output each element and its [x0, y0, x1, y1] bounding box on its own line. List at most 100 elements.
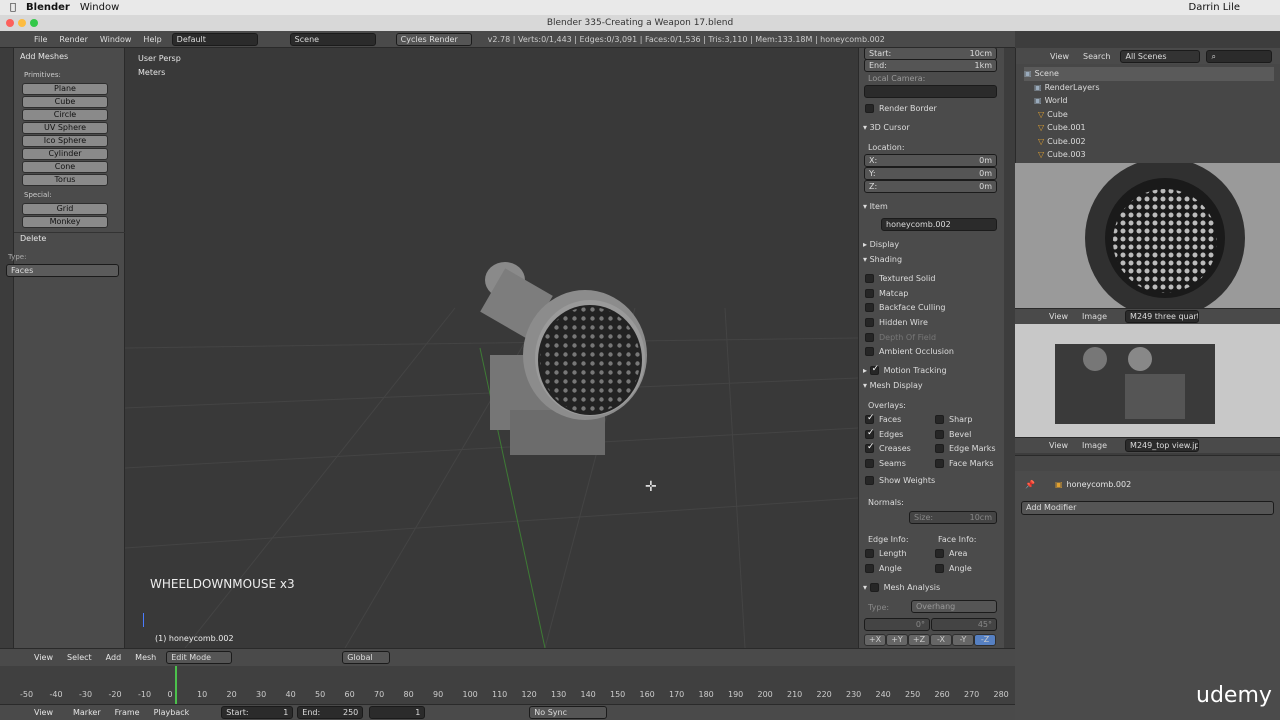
properties-tabs[interactable] [1015, 455, 1280, 471]
analysis-min-field[interactable]: 0° [864, 618, 930, 631]
display-section[interactable]: ▸ Display [863, 240, 899, 249]
shading-section[interactable]: ▾ Shading [863, 255, 902, 264]
add-cone-button[interactable]: Cone [22, 161, 108, 173]
image2-image-menu[interactable]: Image [1082, 441, 1107, 450]
cursor-y-field[interactable]: Y: 0m [864, 167, 997, 180]
menu-render[interactable]: Render [59, 35, 87, 44]
delete-title[interactable]: Delete [20, 234, 46, 243]
add-ico-sphere-button[interactable]: Ico Sphere [22, 135, 108, 147]
axis-neg-x-button[interactable]: -X [930, 634, 952, 646]
image1-view-menu[interactable]: View [1049, 312, 1068, 321]
3d-cursor-icon[interactable]: ✛ [645, 479, 657, 495]
add-grid-button[interactable]: Grid [22, 203, 108, 215]
zoom-window-icon[interactable] [30, 19, 38, 27]
vp-add-menu[interactable]: Add [106, 653, 122, 662]
edge-length-checkbox[interactable] [865, 549, 874, 558]
outliner-item[interactable]: ▽ Cube.001 [1024, 121, 1274, 135]
overlay-checkbox[interactable] [935, 415, 944, 424]
overlay-face-marks-toggle[interactable]: Face Marks [935, 459, 996, 474]
outliner-search-input[interactable]: ⌕ [1206, 49, 1273, 63]
image1-image-menu[interactable]: Image [1082, 312, 1107, 321]
mode-select[interactable]: Edit Mode [166, 651, 233, 664]
render-border-toggle[interactable]: Render Border [865, 104, 937, 113]
reference-image-2[interactable] [1015, 324, 1280, 437]
axis-posneg-y-button[interactable]: +Y [886, 634, 908, 646]
start-frame-field[interactable]: Start: 1 [221, 706, 294, 719]
shading-option[interactable]: Textured Solid [865, 274, 954, 289]
menu-file[interactable]: File [34, 35, 47, 44]
vp-select-menu[interactable]: Select [67, 653, 92, 662]
normal-size-field[interactable]: Size: 10cm [909, 511, 997, 524]
shading-option[interactable]: Ambient Occlusion [865, 347, 954, 362]
face-area-toggle[interactable]: Area [935, 549, 967, 558]
menu-window[interactable]: Window [100, 35, 132, 44]
delete-type-select[interactable]: Faces [6, 264, 119, 277]
add-circle-button[interactable]: Circle [22, 109, 108, 121]
image1-name-field[interactable]: M249 three quart... [1125, 310, 1200, 323]
overlay-seams-checkbox[interactable] [865, 459, 874, 469]
axis-posneg-x-button[interactable]: +X [864, 634, 886, 646]
mesh-display-section[interactable]: ▾ Mesh Display [863, 381, 923, 390]
timeline[interactable]: -50 -40 -30 -20 -10 0 10 20 30 40 50 60 70 80 90 100 110… [0, 666, 1015, 704]
shading-checkbox[interactable] [865, 303, 874, 313]
mesh-analysis-checkbox[interactable] [869, 583, 879, 592]
layout-field[interactable]: Default [171, 32, 258, 46]
axis-posneg-z-button[interactable]: +Z [908, 634, 930, 646]
shading-option[interactable]: Backface Culling [865, 303, 954, 318]
overlay-sharp-toggle[interactable]: Sharp [935, 415, 996, 430]
scene-field[interactable]: Scene [289, 32, 376, 46]
face-angle-checkbox[interactable] [935, 564, 944, 573]
add-plane-button[interactable]: Plane [22, 83, 108, 95]
shading-checkbox[interactable] [865, 318, 874, 328]
render-border-checkbox[interactable] [865, 104, 874, 113]
outliner-item[interactable]: ▽ Cube.002 [1024, 135, 1274, 149]
axis-neg-z-button[interactable]: -Z [974, 634, 996, 646]
pin-icon[interactable]: 📌 [1025, 480, 1035, 489]
outliner-item[interactable]: ▣ Scene [1024, 67, 1274, 81]
outliner-item[interactable]: ▣ RenderLayers [1024, 81, 1274, 95]
shading-option[interactable]: Depth Of Field [865, 332, 954, 348]
outliner-view-menu[interactable]: View [1050, 52, 1069, 61]
clip-end-field[interactable]: End: 1km [864, 59, 997, 72]
overlay-checkbox[interactable] [935, 444, 944, 454]
menu-help[interactable]: Help [143, 35, 161, 44]
overlay-seams-toggle[interactable]: Seams [865, 459, 911, 474]
outliner-filter-select[interactable]: All Scenes [1120, 49, 1201, 63]
shading-checkbox[interactable] [865, 288, 874, 298]
axis-neg-y-button[interactable]: -Y [952, 634, 974, 646]
orientation-select[interactable]: Global [342, 651, 391, 664]
edge-length-toggle[interactable]: Length [865, 549, 907, 558]
user-name[interactable]: Darrin Lile [1189, 2, 1240, 13]
vp-mesh-menu[interactable]: Mesh [135, 653, 156, 662]
add-modifier-select[interactable]: Add Modifier [1021, 501, 1274, 515]
overlay-bevel-toggle[interactable]: Bevel [935, 429, 996, 445]
image2-view-menu[interactable]: View [1049, 441, 1068, 450]
apple-icon[interactable]:  [10, 2, 16, 13]
shading-checkbox[interactable] [865, 274, 874, 283]
reference-image-1[interactable] [1015, 163, 1280, 308]
outliner-item[interactable]: ▽ Cube.003 [1024, 148, 1274, 162]
face-angle-toggle[interactable]: Angle [935, 564, 972, 573]
shading-checkbox[interactable] [865, 347, 874, 357]
shading-checkbox[interactable] [865, 332, 874, 342]
overlay-checkbox[interactable] [935, 429, 944, 439]
tl-view-menu[interactable]: View [34, 708, 53, 717]
3d-viewport[interactable]: User Persp Meters ✛ WHEELDOWNMOUSE x3 (1… [125, 48, 858, 648]
add-monkey-button[interactable]: Monkey [22, 216, 108, 228]
item-section[interactable]: ▾ Item [863, 202, 888, 211]
3d-cursor-section[interactable]: ▾ 3D Cursor [863, 123, 910, 132]
motion-tracking-section[interactable]: ▸ Motion Tracking [863, 364, 947, 375]
item-name-field[interactable]: honeycomb.002 [881, 218, 997, 231]
current-frame-field[interactable]: 1 [369, 706, 426, 719]
overlay-edges-checkbox[interactable] [865, 428, 875, 439]
analysis-max-field[interactable]: 45° [931, 618, 997, 631]
add-meshes-title[interactable]: Add Meshes [20, 52, 68, 61]
face-area-checkbox[interactable] [935, 549, 944, 558]
close-window-icon[interactable] [6, 19, 14, 27]
cursor-z-field[interactable]: Z: 0m [864, 180, 997, 193]
show-weights-toggle[interactable]: Show Weights [865, 476, 935, 485]
outliner-item[interactable]: ▣ World [1024, 94, 1274, 108]
add-cube-button[interactable]: Cube [22, 96, 108, 108]
tl-marker-menu[interactable]: Marker [73, 708, 101, 717]
end-frame-field[interactable]: End: 250 [297, 706, 364, 719]
